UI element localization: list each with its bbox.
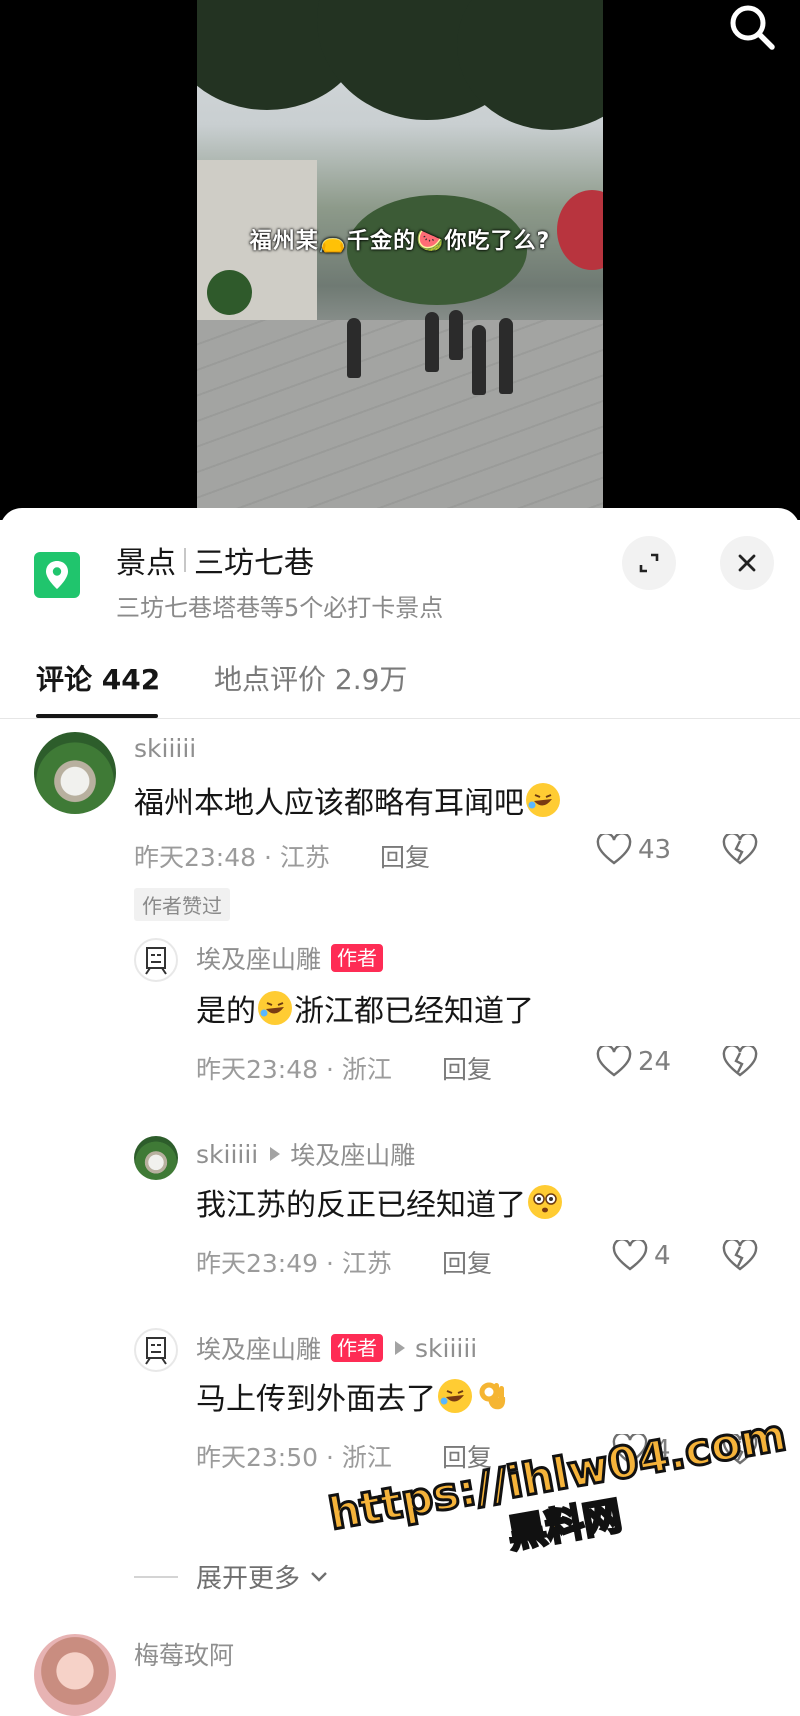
- author-liked-badge: 作者赞过: [134, 888, 230, 921]
- avatar[interactable]: [134, 1328, 178, 1372]
- expand-more-label: 展开更多: [196, 1564, 301, 1594]
- video-caption: 福州某👝千金的🍉你吃了么?: [249, 229, 551, 254]
- reply-to-arrow-icon: [395, 1341, 406, 1355]
- reply-to-arrow-icon: [270, 1147, 281, 1161]
- title-divider: [184, 548, 186, 572]
- comment-text-content: 马上传到外面去了: [196, 1382, 436, 1417]
- reply-username[interactable]: skiiiii: [196, 1140, 258, 1169]
- expand-button[interactable]: [622, 536, 676, 590]
- expand-divider: [134, 1575, 178, 1578]
- dislike-button[interactable]: [722, 1044, 758, 1082]
- like-count: 4: [654, 1241, 671, 1271]
- reply-to-username[interactable]: skiiiii: [415, 1334, 477, 1363]
- tab-bar: 评论 442 地点评价 2.9万: [0, 628, 800, 719]
- reply-username[interactable]: 埃及座山雕: [196, 1330, 321, 1366]
- comment-sheet: 景点 三坊七巷 三坊七巷塔巷等5个必打卡景点 评论 442 地点评价 2.9万 …: [0, 508, 800, 1716]
- reply-header: 埃及座山雕 作者: [196, 940, 384, 976]
- broken-heart-icon: [722, 1432, 758, 1465]
- reply-button[interactable]: 回复: [442, 1050, 492, 1086]
- like-button[interactable]: 4: [612, 1434, 671, 1466]
- broken-heart-icon: [722, 1238, 758, 1271]
- avatar[interactable]: [134, 938, 178, 982]
- location-title: 景点 三坊七巷: [116, 538, 314, 582]
- reply-button[interactable]: 回复: [380, 838, 430, 874]
- reply-button[interactable]: 回复: [442, 1438, 492, 1474]
- comment-username[interactable]: skiiiii: [134, 734, 196, 763]
- comment-time-location: 昨天23:50 · 浙江: [196, 1443, 392, 1472]
- like-count: 4: [654, 1435, 671, 1465]
- dislike-button[interactable]: [722, 1432, 758, 1470]
- flushed-emoji-icon: [528, 1185, 562, 1219]
- location-subtitle: 三坊七巷塔巷等5个必打卡景点: [116, 594, 444, 622]
- heart-icon: [612, 1434, 648, 1465]
- location-category: 景点: [116, 546, 176, 581]
- like-count: 43: [638, 835, 672, 865]
- dislike-button[interactable]: [722, 1238, 758, 1276]
- rofl-emoji-icon: [526, 783, 560, 817]
- heart-icon: [596, 834, 632, 865]
- broken-heart-icon: [722, 832, 758, 865]
- search-button[interactable]: [726, 2, 782, 54]
- like-button[interactable]: 24: [596, 1046, 671, 1078]
- comment-text-content: 我江苏的反正已经知道了: [196, 1188, 526, 1223]
- comment-text-content: 福州本地人应该都略有耳闻吧: [134, 786, 524, 821]
- location-name: 三坊七巷: [194, 546, 314, 581]
- search-icon: [730, 5, 775, 50]
- comment-text: 马上传到外面去了: [196, 1374, 512, 1418]
- rofl-emoji-icon: [258, 991, 292, 1025]
- chevron-down-icon: [311, 1571, 327, 1582]
- comment-username[interactable]: 梅莓玫阿: [134, 1636, 234, 1672]
- comment-time-location: 昨天23:49 · 江苏: [196, 1249, 392, 1278]
- map-pin-icon: [34, 552, 80, 598]
- comment-text: 是的 浙江都已经知道了: [196, 986, 534, 1030]
- comment-text-before: 是的: [196, 994, 256, 1029]
- reply-username[interactable]: 埃及座山雕: [196, 940, 321, 976]
- reply-button[interactable]: 回复: [442, 1244, 492, 1280]
- reply-to-username[interactable]: 埃及座山雕: [290, 1136, 415, 1172]
- heart-icon: [612, 1240, 648, 1271]
- dislike-button[interactable]: [722, 832, 758, 870]
- avatar[interactable]: [34, 1634, 116, 1716]
- close-icon: [738, 554, 756, 572]
- expand-more-replies-button[interactable]: 展开更多: [134, 1558, 330, 1595]
- like-button[interactable]: 43: [596, 834, 671, 866]
- heart-icon: [596, 1046, 632, 1077]
- tab-location-rating[interactable]: 地点评价 2.9万: [214, 658, 407, 698]
- active-tab-indicator: [36, 714, 158, 718]
- rofl-emoji-icon: [438, 1379, 472, 1413]
- avatar[interactable]: [134, 1136, 178, 1180]
- broken-heart-icon: [722, 1044, 758, 1077]
- like-count: 24: [638, 1047, 672, 1077]
- tab-comments[interactable]: 评论 442: [36, 658, 160, 698]
- reply-header: 埃及座山雕 作者 skiiiii: [196, 1330, 477, 1366]
- author-badge: 作者: [331, 1334, 384, 1362]
- reply-header: skiiiii 埃及座山雕: [196, 1136, 415, 1172]
- like-button[interactable]: 4: [612, 1240, 671, 1272]
- author-badge: 作者: [331, 944, 384, 972]
- comment-text: 福州本地人应该都略有耳闻吧: [134, 778, 562, 822]
- comment-time-location: 昨天23:48 · 浙江: [196, 1055, 392, 1084]
- comment-text-after: 浙江都已经知道了: [294, 994, 534, 1029]
- video-frame: 福州某👝千金的🍉你吃了么?: [197, 0, 603, 520]
- avatar[interactable]: [34, 732, 116, 814]
- ok-hand-emoji-icon: [476, 1379, 510, 1413]
- comment-text: 我江苏的反正已经知道了: [196, 1180, 564, 1224]
- close-button[interactable]: [720, 536, 774, 590]
- location-header[interactable]: 景点 三坊七巷 三坊七巷塔巷等5个必打卡景点: [0, 508, 800, 622]
- comment-time-location: 昨天23:48 · 江苏: [134, 843, 330, 872]
- expand-icon: [639, 553, 659, 573]
- video-player[interactable]: 福州某👝千金的🍉你吃了么?: [0, 0, 800, 520]
